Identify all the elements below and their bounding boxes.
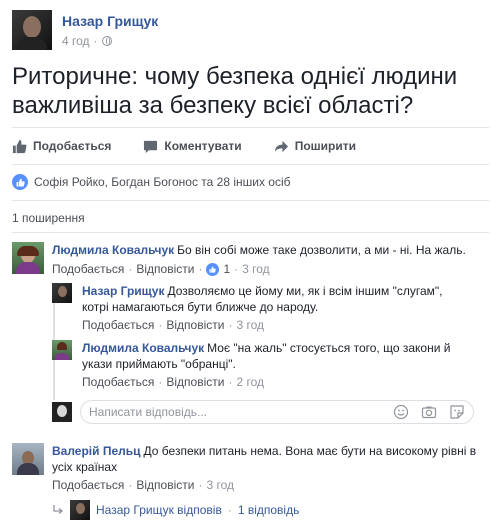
share-label: Поширити <box>294 139 356 153</box>
reply-time[interactable]: 3 год <box>236 318 264 332</box>
post-header: Назар Грищук 4 год · <box>12 10 492 52</box>
reply-input-icons <box>393 404 465 420</box>
comment-time[interactable]: 3 год <box>242 262 270 276</box>
like-label: Подобається <box>33 139 112 153</box>
replier-avatar <box>70 500 90 520</box>
commenter-avatar[interactable] <box>12 443 44 475</box>
current-user-avatar <box>52 402 72 422</box>
comment-body: Валерій Пельц До безпеки питань нема. Вон… <box>52 443 489 475</box>
reply-placeholder: Написати відповідь... <box>89 405 207 419</box>
share-button[interactable]: Поширити <box>274 136 356 156</box>
reactions-summary[interactable]: Софія Ройко, Богдан Богонос та 28 інших … <box>12 174 291 190</box>
reply-arrow-icon <box>53 505 64 514</box>
author-avatar[interactable] <box>12 10 52 50</box>
reply: Назар Грищук Дозволяємо це йому ми, як і … <box>52 283 489 333</box>
like-button[interactable]: Подобається <box>12 136 111 156</box>
view-replies-link[interactable]: Назар Грищук відповів · 1 відповідь <box>52 500 299 520</box>
reply-footer: Подобається · Відповісти · 2 год <box>82 375 264 389</box>
comment-like-link[interactable]: Подобається <box>52 262 124 276</box>
replied-by: Назар Грищук відповів <box>96 503 222 517</box>
reply: Людмила Ковальчук Моє "на жаль" стосуєтьс… <box>52 340 489 390</box>
camera-icon[interactable] <box>421 404 437 420</box>
divider <box>12 200 489 201</box>
reply-body: Людмила Ковальчук Моє "на жаль" стосуєтьс… <box>82 340 462 372</box>
comment-button[interactable]: Коментувати <box>143 136 242 156</box>
globe-icon[interactable] <box>101 36 112 46</box>
post-time[interactable]: 4 год <box>62 34 90 48</box>
meta-dot: · <box>93 34 98 48</box>
reaction-names[interactable]: Софія Ройко, Богдан Богонос та 28 інших … <box>34 175 291 189</box>
commenter-name[interactable]: Валерій Пельц <box>52 444 141 458</box>
reply-like-link[interactable]: Подобається <box>82 375 154 389</box>
replier-name[interactable]: Назар Грищук <box>82 284 165 298</box>
reply-count: 1 відповідь <box>237 503 300 517</box>
commenter-avatar[interactable] <box>12 242 44 274</box>
reply-body: Назар Грищук Дозволяємо це йому ми, як і … <box>82 283 462 315</box>
comment-body: Людмила Ковальчук Бо він собі може таке д… <box>52 242 489 258</box>
emoji-icon[interactable] <box>393 404 409 420</box>
thumbs-up-icon <box>12 139 27 153</box>
reply-reply-link[interactable]: Відповісти <box>166 375 224 389</box>
commenter-name[interactable]: Людмила Ковальчук <box>52 243 174 257</box>
reply-input[interactable]: Написати відповідь... <box>80 400 474 424</box>
replier-avatar[interactable] <box>52 283 72 303</box>
sticker-icon[interactable] <box>449 404 465 420</box>
divider <box>12 232 489 233</box>
share-arrow-icon <box>274 140 288 152</box>
divider <box>12 127 489 128</box>
post-meta: 4 год · <box>62 34 112 48</box>
divider <box>12 164 489 165</box>
reply-time[interactable]: 2 год <box>236 375 264 389</box>
like-count-icon <box>206 262 220 276</box>
reply-reply-link[interactable]: Відповісти <box>166 318 224 332</box>
comment: Валерій Пельц До безпеки питань нема. Вон… <box>12 443 489 493</box>
reply-footer: Подобається · Відповісти · 3 год <box>82 318 264 332</box>
comment-icon <box>144 140 158 153</box>
like-reaction-icon <box>12 174 28 190</box>
post-author-name[interactable]: Назар Грищук <box>62 13 158 29</box>
comment-reply-link[interactable]: Відповісти <box>136 262 194 276</box>
post-actions: Подобається Коментувати Поширити <box>12 136 489 156</box>
comment-footer: Подобається · Відповісти · 3 год <box>52 478 234 492</box>
replier-name[interactable]: Людмила Ковальчук <box>82 341 204 355</box>
comment-time[interactable]: 3 год <box>206 478 234 492</box>
replier-avatar[interactable] <box>52 340 72 360</box>
comment-footer: Подобається · Відповісти · 1 · 3 год <box>52 262 270 276</box>
comment-reply-link[interactable]: Відповісти <box>136 478 194 492</box>
comment-like-link[interactable]: Подобається <box>52 478 124 492</box>
shares-count[interactable]: 1 поширення <box>12 211 85 225</box>
reply-like-link[interactable]: Подобається <box>82 318 154 332</box>
comment: Людмила Ковальчук Бо він собі може таке д… <box>12 242 489 282</box>
comment-text: Бо він собі може таке дозволити, а ми - … <box>177 243 466 257</box>
comment-like-count[interactable]: 1 <box>223 262 230 276</box>
post-text: Риторичне: чому безпека однієї людини ва… <box>12 63 458 119</box>
comment-label: Коментувати <box>164 139 242 153</box>
